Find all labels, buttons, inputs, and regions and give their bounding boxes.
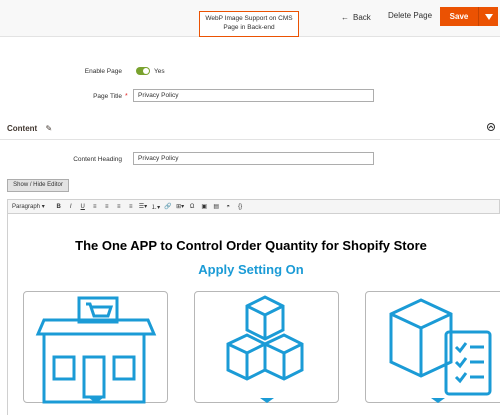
content-section-title[interactable]: Content ✎ xyxy=(7,124,52,133)
save-button[interactable]: Save xyxy=(440,7,478,26)
align-center-icon[interactable]: ≡ xyxy=(103,204,111,210)
paragraph-format-select[interactable]: Paragraph ▾ xyxy=(12,203,45,210)
delete-page-button[interactable]: Delete Page xyxy=(388,11,432,20)
editor-content-area[interactable]: The One APP to Control Order Quantity fo… xyxy=(7,214,500,415)
link-icon[interactable]: 🔗 xyxy=(164,203,172,210)
special-character-icon[interactable]: Ω xyxy=(188,204,196,210)
content-heading-label: Content Heading xyxy=(73,156,122,163)
widget-icon[interactable]: ▤ xyxy=(212,203,220,210)
enable-page-label: Enable Page xyxy=(84,68,122,75)
image-icon[interactable]: ▣ xyxy=(200,203,208,210)
content-heading-input[interactable]: Privacy Policy xyxy=(133,152,374,165)
stacked-boxes-icon xyxy=(226,295,304,403)
italic-icon[interactable]: I xyxy=(67,204,75,210)
paragraph-format-label: Paragraph xyxy=(12,204,41,210)
content-subhead: Apply Setting On xyxy=(198,262,304,277)
bold-icon[interactable]: B xyxy=(55,204,63,210)
table-icon[interactable]: ⊞▾ xyxy=(176,203,184,210)
chevron-up-icon xyxy=(488,125,494,129)
orders-card xyxy=(365,291,500,403)
product-boxes-card xyxy=(194,291,339,403)
box-checklist-icon xyxy=(389,298,492,403)
editor-toolbar: Paragraph ▾ B I U ≡ ≡ ≡ ≡ ☰▾ ⒈▾ 🔗 ⊞▾ Ω ▣… xyxy=(7,199,500,214)
page-title-label: Page Title xyxy=(93,93,122,100)
content-headline: The One APP to Control Order Quantity fo… xyxy=(75,238,427,253)
back-button[interactable]: ← Back xyxy=(341,11,371,23)
variable-icon[interactable]: ◓ xyxy=(224,204,232,210)
required-marker: * xyxy=(125,93,128,100)
enable-page-value: Yes xyxy=(154,68,165,75)
align-right-icon[interactable]: ≡ xyxy=(115,204,123,210)
enable-page-toggle[interactable] xyxy=(136,67,150,75)
storefront-icon xyxy=(35,296,157,404)
save-options-toggle[interactable] xyxy=(478,7,498,26)
edit-pencil-icon: ✎ xyxy=(45,124,53,133)
page-title-input[interactable]: Privacy Policy xyxy=(133,89,374,102)
chevron-down-icon xyxy=(484,13,493,20)
bullet-list-icon[interactable]: ☰▾ xyxy=(139,203,147,210)
feature-callout: WebP Image Support on CMS Page in Back-e… xyxy=(199,11,299,37)
back-label: Back xyxy=(353,12,371,22)
section-divider xyxy=(0,139,500,140)
align-justify-icon[interactable]: ≡ xyxy=(127,204,135,210)
underline-icon[interactable]: U xyxy=(79,204,87,210)
store-card xyxy=(23,291,168,404)
code-icon[interactable]: {} xyxy=(236,204,244,210)
show-hide-editor-button[interactable]: Show / Hide Editor xyxy=(7,179,69,192)
align-left-icon[interactable]: ≡ xyxy=(91,204,99,210)
content-title-text: Content xyxy=(7,124,38,133)
back-arrow-icon: ← xyxy=(341,12,349,22)
collapse-section-icon[interactable] xyxy=(487,123,495,131)
numbered-list-icon[interactable]: ⒈▾ xyxy=(151,202,160,211)
